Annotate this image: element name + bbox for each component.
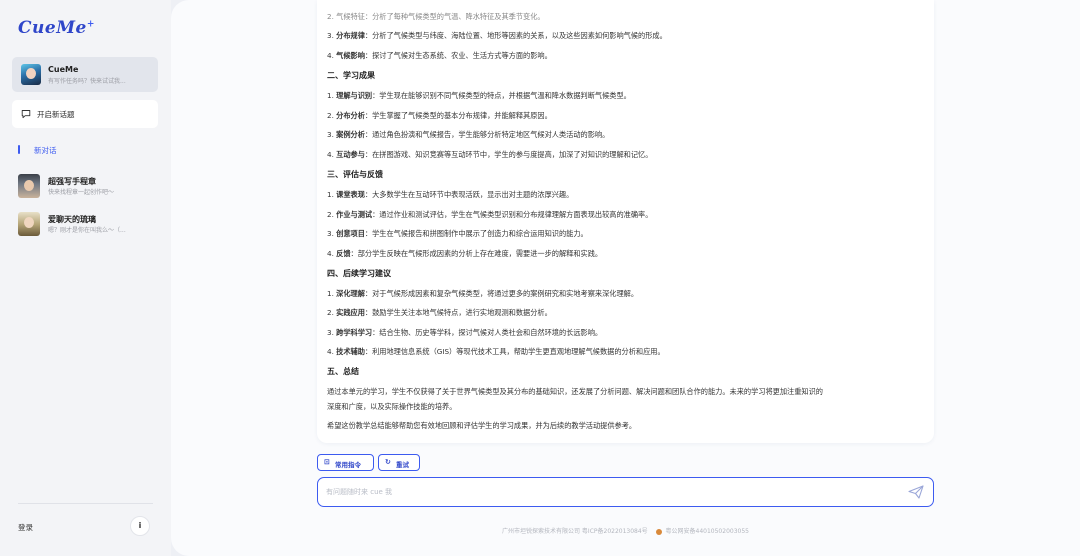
avatar [21,64,41,85]
content-line: 3. 创意项目：学生在气候报告和拼图制作中展示了创造力和综合运用知识的能力。 [327,229,588,238]
new-topic-label: 开启新话题 [37,110,75,119]
agent-subtitle: 有写作任务吗？快来试试我... [48,78,126,85]
content-line: 深度和广度，以及实际操作技能的培养。 [327,402,457,411]
content-line: 4. 技术辅助：利用地理信息系统（GIS）等现代技术工具，帮助学生更直观地理解气… [327,347,665,356]
section-heading: 三、评估与反馈 [327,170,383,179]
police-link[interactable]: 粤公网安备44010502003055 [666,528,749,535]
content-line: 3. 案例分析：通过角色扮演和气候报告，学生能够分析特定地区气候对人类活动的影响… [327,130,610,139]
divider [18,503,153,504]
content-line: 4. 互动参与：在拼图游戏、知识竞赛等互动环节中，学生的参与度提高，加深了对知识… [327,150,653,159]
content-line: 3. 跨学科学习：结合生物、历史等学科，探讨气候对人类社会和自然环境的长远影响。 [327,328,603,337]
active-indicator [18,145,20,154]
content-line: 2. 气候特征：分析了每种气候类型的气温、降水特征及其季节变化。 [327,12,545,21]
police-badge-icon [655,528,662,535]
avatar [18,212,40,236]
content-line: 4. 气候影响：探讨了气候对生态系统、农业、生活方式等方面的影响。 [327,51,552,60]
new-topic-button[interactable]: 开启新话题 [12,100,158,128]
content-line: 1. 理解与识别：学生现在能够识别不同气候类型的特点，并根据气温和降水数据判断气… [327,91,631,100]
info-button[interactable]: i [130,516,150,536]
avatar [18,174,40,198]
message-input-box[interactable] [317,477,934,507]
content-line: 2. 实践应用：鼓励学生关注本地气候特点，进行实地观测和数据分析。 [327,308,552,317]
content-line: 1. 深化理解：对于气候形成因素和复杂气候类型，将通过更多的案例研究和实地考察来… [327,289,639,298]
section-heading: 四、后续学习建议 [327,269,391,278]
chat-subtitle: 快来找程章一起创作吧～ [48,189,115,196]
chat-bubble-icon [21,110,31,119]
content-line: 2. 分布分析：学生掌握了气候类型的基本分布规律，并能解释其原因。 [327,111,552,120]
response-card: 2. 气候特征：分析了每种气候类型的气温、降水特征及其季节变化。 3. 分布规律… [317,0,934,443]
main-panel: 2. 气候特征：分析了每种气候类型的气温、降水特征及其季节变化。 3. 分布规律… [171,0,1080,556]
agent-name: CueMe [48,65,79,74]
content-line: 1. 课堂表现：大多数学生在互动环节中表现活跃，显示出对主题的浓厚兴趣。 [327,190,574,199]
content-line: 2. 作业与测试：通过作业和测试评估，学生在气候类型识别和分布规律理解方面表现出… [327,210,653,219]
chat-title: 爱聊天的琉璃 [48,215,96,224]
new-chat-label: 新对话 [34,146,57,155]
content-line: 3. 分布规律：分析了气候类型与纬度、海陆位置、地形等因素的关系，以及这些因素如… [327,31,667,40]
app-logo[interactable]: CueMe+ [18,18,95,38]
sidebar: CueMe+ CueMe 有写作任务吗？快来试试我... 开启新话题 新对话 超… [0,0,171,556]
message-input[interactable] [326,485,886,499]
content-line: 通过本单元的学习，学生不仅获得了关于世界气候类型及其分布的基础知识，还发展了分析… [327,387,823,396]
section-heading: 五、总结 [327,367,359,376]
retry-button[interactable]: ↻ 重试 [378,454,420,471]
login-link[interactable]: 登录 [18,522,33,533]
common-commands-button[interactable]: ⊡ 常用指令 [317,454,374,471]
chat-subtitle: 嗯？刚才是你在叫我么～（... [48,227,126,234]
icp-link[interactable]: 广州市坦锐探索技术有限公司 粤ICP备2022013084号 [502,528,648,535]
command-icon: ⊡ [324,458,330,466]
chat-title: 超强写手程章 [48,177,96,186]
section-heading: 二、学习成果 [327,71,375,80]
info-icon: i [138,521,142,530]
content-line: 希望这份教学总结能够帮助您有效地回顾和评估学生的学习成果，并为后续的教学活动提供… [327,421,637,430]
sidebar-chat-item[interactable]: 爱聊天的琉璃 嗯？刚才是你在叫我么～（... [18,212,163,238]
send-icon[interactable] [908,485,924,499]
footer: 广州市坦锐探索技术有限公司 粤ICP备2022013084号 粤公网安备4401… [171,526,1080,535]
agent-card-cueme[interactable]: CueMe 有写作任务吗？快来试试我... [12,57,158,92]
content-line: 4. 反馈：部分学生反映在气候形成因素的分析上存在难度，需要进一步的解释和实践。 [327,249,603,258]
refresh-icon: ↻ [385,458,391,466]
sidebar-chat-item[interactable]: 超强写手程章 快来找程章一起创作吧～ [18,174,163,200]
